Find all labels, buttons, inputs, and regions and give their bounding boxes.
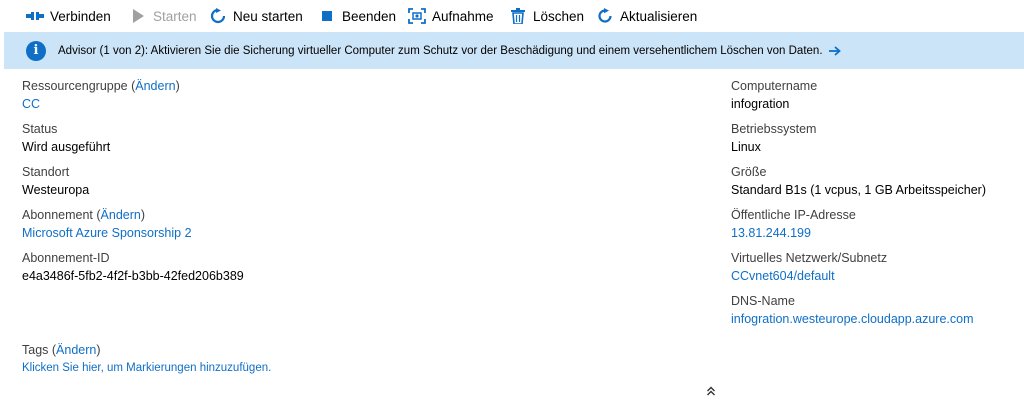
change-subscription-link[interactable]: Ändern <box>101 208 141 222</box>
change-tags-link[interactable]: Ändern <box>56 343 96 357</box>
size-field: Größe Standard B1s (1 vcpus, 1 GB Arbeit… <box>731 164 986 207</box>
double-chevron-up-icon <box>707 386 715 396</box>
resource-group-label: Ressourcengruppe <box>22 79 128 93</box>
connect-button[interactable]: Verbinden <box>26 0 111 32</box>
public-ip-label: Öffentliche IP-Adresse <box>731 208 856 222</box>
os-field: Betriebssystem Linux <box>731 121 986 164</box>
subscription-field: Abonnement (Ändern) Microsoft Azure Spon… <box>22 207 244 250</box>
subscription-id-label: Abonnement-ID <box>22 251 110 265</box>
os-value: Linux <box>731 140 761 154</box>
refresh-button[interactable]: Aktualisieren <box>596 0 697 32</box>
subscription-id-value: e4a3486f-5fb2-4f2f-b3bb-42fed206b389 <box>22 269 244 283</box>
computer-name-value: infogration <box>731 97 790 111</box>
delete-button[interactable]: Löschen <box>509 0 584 32</box>
arrow-right-icon[interactable] <box>828 45 841 56</box>
resource-group-value[interactable]: CC <box>22 95 244 113</box>
refresh-icon <box>596 7 614 25</box>
vnet-field: Virtuelles Netzwerk/Subnetz CCvnet604/de… <box>731 250 986 293</box>
vnet-value[interactable]: CCvnet604/default <box>731 267 986 285</box>
start-button[interactable]: Starten <box>129 0 197 32</box>
capture-button[interactable]: Aufnahme <box>408 0 494 32</box>
tags-field: Tags (Ändern) Klicken Sie hier, um Marki… <box>22 342 271 377</box>
subscription-id-field: Abonnement-ID e4a3486f-5fb2-4f2f-b3bb-42… <box>22 250 244 293</box>
advisor-text: Advisor (1 von 2): Aktivieren Sie die Si… <box>58 44 823 57</box>
info-icon: i <box>26 40 46 61</box>
location-value: Westeuropa <box>22 183 90 197</box>
tags-label: Tags <box>22 343 49 357</box>
dns-value[interactable]: infogration.westeurope.cloudapp.azure.co… <box>731 310 986 328</box>
restart-button[interactable]: Neu starten <box>209 0 303 32</box>
trash-icon <box>509 7 527 25</box>
change-resource-group-link[interactable]: Ändern <box>135 79 175 93</box>
location-field: Standort Westeuropa <box>22 164 244 207</box>
connect-icon <box>26 7 44 25</box>
subscription-label: Abonnement <box>22 208 93 222</box>
start-label: Starten <box>153 8 197 24</box>
collapse-essentials-button[interactable] <box>703 384 719 398</box>
refresh-label: Aktualisieren <box>620 8 698 24</box>
public-ip-value[interactable]: 13.81.244.199 <box>731 224 986 242</box>
stop-label: Beenden <box>342 8 397 24</box>
stop-icon <box>318 7 336 25</box>
computer-name-label: Computername <box>731 79 818 93</box>
status-field: Status Wird ausgeführt <box>22 121 244 164</box>
size-label: Größe <box>731 165 767 179</box>
capture-icon <box>408 7 426 25</box>
vnet-label: Virtuelles Netzwerk/Subnetz <box>731 251 888 265</box>
stop-button[interactable]: Beenden <box>318 0 396 32</box>
add-tags-link[interactable]: Klicken Sie hier, um Markierungen hinzuz… <box>22 359 271 377</box>
capture-label: Aufnahme <box>432 8 494 24</box>
location-label: Standort <box>22 165 70 179</box>
restart-label: Neu starten <box>233 8 303 24</box>
subscription-value[interactable]: Microsoft Azure Sponsorship 2 <box>22 224 244 242</box>
status-value: Wird ausgeführt <box>22 140 111 154</box>
advisor-banner[interactable]: i Advisor (1 von 2): Aktivieren Sie die … <box>4 32 1024 69</box>
size-value: Standard B1s (1 vcpus, 1 GB Arbeitsspeic… <box>731 183 986 197</box>
essentials-left: Ressourcengruppe (Ändern) CC Status Wird… <box>22 78 244 293</box>
status-label: Status <box>22 122 58 136</box>
connect-label: Verbinden <box>50 8 111 24</box>
play-icon <box>129 7 147 25</box>
public-ip-field: Öffentliche IP-Adresse 13.81.244.199 <box>731 207 986 250</box>
delete-label: Löschen <box>533 8 585 24</box>
dns-field: DNS-Name infogration.westeurope.cloudapp… <box>731 293 986 336</box>
command-bar: Verbinden Starten Neu starten Beenden Au… <box>0 0 1024 32</box>
computer-name-field: Computername infogration <box>731 78 986 121</box>
resource-group-field: Ressourcengruppe (Ändern) CC <box>22 78 244 121</box>
restart-icon <box>209 7 227 25</box>
os-label: Betriebssystem <box>731 122 817 136</box>
essentials-right: Computername infogration Betriebssystem … <box>731 78 986 336</box>
dns-label: DNS-Name <box>731 294 795 308</box>
